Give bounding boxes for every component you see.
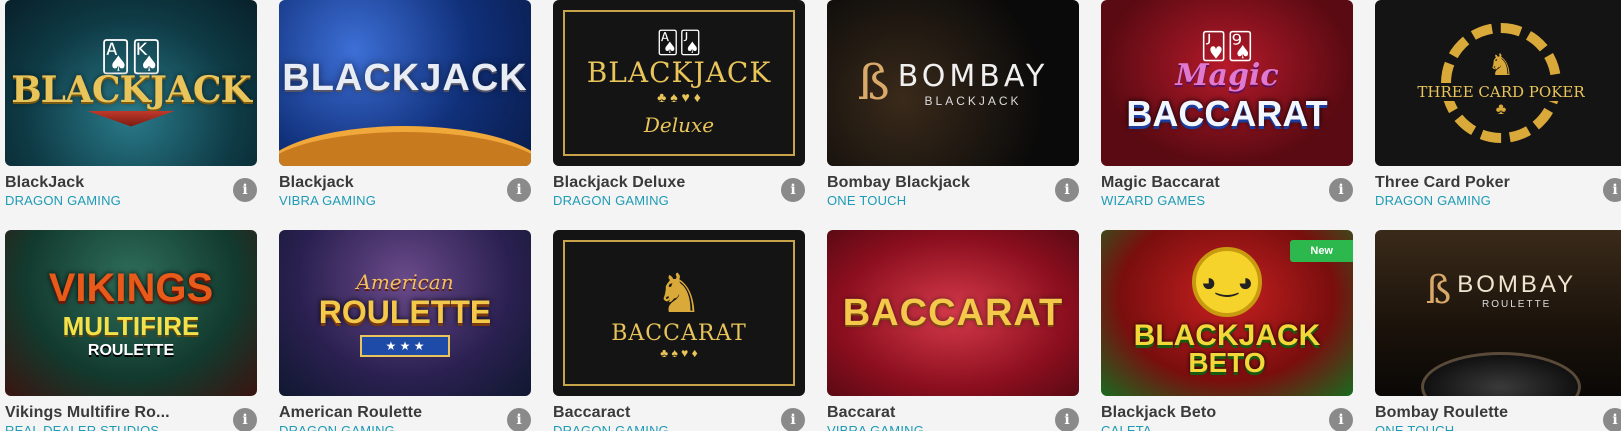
game-art-title: BOMBAY <box>1457 270 1577 298</box>
game-title[interactable]: Blackjack Beto <box>1101 404 1316 422</box>
game-thumbnail[interactable]: ß BOMBAY BLACKJACK <box>827 0 1079 166</box>
game-provider[interactable]: WIZARD GAMES <box>1101 193 1316 208</box>
game-art-subtitle: BETO <box>1188 347 1266 378</box>
game-thumbnail[interactable]: VIKINGS MULTIFIRE ROULETTE <box>5 230 257 396</box>
dragon-icon: ♞ <box>654 263 704 324</box>
game-provider[interactable]: VIBRA GAMING <box>827 423 1042 431</box>
bombay-logo-icon: ß <box>1425 268 1452 312</box>
info-icon[interactable]: i <box>1329 408 1353 431</box>
suits-row: ♣ ♠ ♥ ♦ <box>660 345 698 360</box>
game-art-title: BACCARAT <box>842 291 1064 334</box>
game-provider[interactable]: REAL DEALER STUDIOS <box>5 423 220 431</box>
game-art-title: VIKINGS <box>48 266 214 310</box>
game-art-title: ROULETTE <box>318 293 492 330</box>
game-thumbnail[interactable]: ♞ THREE CARD POKER ♣ <box>1375 0 1621 166</box>
game-provider[interactable]: ONE TOUCH <box>827 193 1042 208</box>
stars-ribbon: ★ ★ ★ <box>359 334 451 357</box>
game-thumbnail[interactable]: ◕‿◕ BLACKJACK BETO New <box>1101 230 1353 396</box>
game-thumbnail[interactable]: 🂻🂩 Magic BACCARAT <box>1101 0 1353 166</box>
game-thumbnail[interactable]: 🂡🂮 BLACKJACK <box>5 0 257 166</box>
game-art-title: BLACKJACK <box>11 68 252 111</box>
game-art-subtitle: MULTIFIRE <box>62 311 200 341</box>
game-art-subtitle: ROULETTE <box>1482 298 1552 310</box>
game-title[interactable]: Blackjack <box>279 174 494 192</box>
game-title[interactable]: Vikings Multifire Ro... <box>5 404 220 422</box>
game-provider[interactable]: DRAGON GAMING <box>553 193 768 208</box>
game-art-title: BACCARAT <box>611 320 747 346</box>
game-art-title: BOMBAY <box>897 58 1049 94</box>
info-icon[interactable]: i <box>1055 178 1079 202</box>
game-art-subtitle-2: ROULETTE <box>87 342 175 359</box>
game-thumbnail[interactable]: American ROULETTE ★ ★ ★ <box>279 230 531 396</box>
info-icon[interactable]: i <box>233 408 257 431</box>
game-thumbnail[interactable]: BLACKJACK <box>279 0 531 166</box>
game-provider[interactable]: DRAGON GAMING <box>1375 193 1590 208</box>
info-icon[interactable]: i <box>1329 178 1353 202</box>
game-title[interactable]: Magic Baccarat <box>1101 174 1316 192</box>
info-icon[interactable]: i <box>233 178 257 202</box>
game-provider[interactable]: DRAGON GAMING <box>279 423 494 431</box>
game-title[interactable]: Baccaract <box>553 404 768 422</box>
game-art-title: BACCARAT <box>1126 93 1328 134</box>
game-title[interactable]: Baccarat <box>827 404 1042 422</box>
game-provider[interactable]: ONE TOUCH <box>1375 423 1590 431</box>
game-title[interactable]: BlackJack <box>5 174 220 192</box>
game-provider[interactable]: CALETA <box>1101 423 1316 431</box>
game-art-title: BLACKJACK <box>586 55 772 89</box>
game-title[interactable]: Bombay Blackjack <box>827 174 1042 192</box>
game-title[interactable]: Three Card Poker <box>1375 174 1590 192</box>
game-title[interactable]: Bombay Roulette <box>1375 404 1590 422</box>
info-icon[interactable]: i <box>1603 408 1621 431</box>
game-provider[interactable]: VIBRA GAMING <box>279 193 494 208</box>
info-icon[interactable]: i <box>507 178 531 202</box>
card-suits-icon: 🂡🂫 <box>656 29 702 55</box>
bombay-logo-icon: ß <box>857 55 890 111</box>
game-provider[interactable]: DRAGON GAMING <box>553 423 768 431</box>
game-thumbnail[interactable]: 🂡🂫 BLACKJACK ♣ ♠ ♥ ♦ Deluxe <box>553 0 805 166</box>
game-art-subtitle: BLACKJACK <box>924 93 1022 108</box>
game-thumbnail[interactable]: ♞ BACCARAT ♣ ♠ ♥ ♦ <box>553 230 805 396</box>
game-art-subtitle: Magic <box>1175 58 1279 93</box>
game-thumbnail[interactable]: BACCARAT <box>827 230 1079 396</box>
info-icon[interactable]: i <box>781 178 805 202</box>
game-title[interactable]: American Roulette <box>279 404 494 422</box>
game-provider[interactable]: DRAGON GAMING <box>5 193 220 208</box>
info-icon[interactable]: i <box>1055 408 1079 431</box>
new-badge: New <box>1290 240 1353 262</box>
game-art-subtitle: American <box>356 269 454 294</box>
info-icon[interactable]: i <box>507 408 531 431</box>
game-art-title: BLACKJACK <box>282 56 528 99</box>
game-thumbnail[interactable]: ß BOMBAY ROULETTE <box>1375 230 1621 396</box>
game-art-title: THREE CARD POKER <box>1413 82 1589 101</box>
suits-row: ♣ ♠ ♥ ♦ <box>657 88 701 105</box>
info-icon[interactable]: i <box>781 408 805 431</box>
game-art-subtitle: Deluxe <box>643 112 715 137</box>
game-title[interactable]: Blackjack Deluxe <box>553 174 768 192</box>
info-icon[interactable]: i <box>1603 178 1621 202</box>
chip-mascot-icon: ◕‿◕ <box>1192 247 1262 317</box>
dragon-chip-icon: ♞ THREE CARD POKER ♣ <box>1413 23 1589 143</box>
